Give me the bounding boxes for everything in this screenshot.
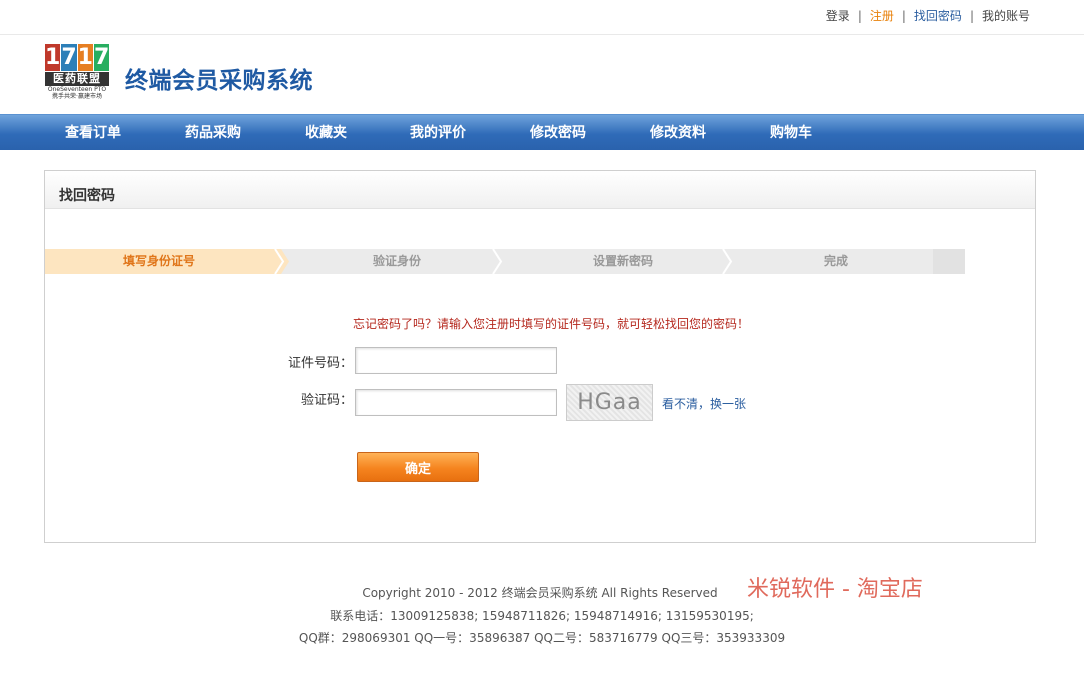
captcha-refresh: 看不清，换一张 <box>662 395 746 412</box>
step-progress: 填写身份证号 验证身份 设置新密码 完成 <box>45 249 965 274</box>
main-nav: 查看订单 药品采购 收藏夹 我的评价 修改密码 修改资料 购物车 <box>0 114 1084 150</box>
logo-digits: 1 7 1 7 <box>45 44 110 71</box>
captcha-label: 验证码： <box>300 393 353 408</box>
nav-view-orders[interactable]: 查看订单 <box>65 115 121 151</box>
step-done: 完成 <box>823 254 848 268</box>
login-link[interactable]: 登录 <box>826 7 850 24</box>
step-arrow-icon <box>722 249 733 274</box>
nav-edit-profile[interactable]: 修改资料 <box>650 115 706 151</box>
footer-phones: 联系电话：13009125838; 15948711826; 159487149… <box>330 609 754 623</box>
watermark-text: 米锐软件 - 淘宝店 <box>747 577 923 602</box>
nav-my-reviews[interactable]: 我的评价 <box>410 115 466 151</box>
find-password-link[interactable]: 找回密码 <box>914 7 962 24</box>
site-logo[interactable]: 1 7 1 7 医药联盟 OneSeventeen PTO 携手共荣·赢建市场 <box>45 44 110 102</box>
confirm-button[interactable]: 确定 <box>357 452 479 482</box>
step-set-password: 设置新密码 <box>592 254 653 268</box>
captcha-image[interactable]: HGaa <box>566 384 653 421</box>
step-verify: 验证身份 <box>372 254 421 268</box>
captcha-unclear-text: 看不清， <box>662 397 711 411</box>
logo-digit: 1 <box>45 44 61 71</box>
step-arrow-icon <box>492 249 503 274</box>
system-title: 终端会员采购系统 <box>125 68 313 94</box>
logo-digit: 1 <box>77 44 93 71</box>
id-number-input[interactable] <box>355 347 557 374</box>
captcha-input[interactable] <box>355 389 557 416</box>
nav-favorites[interactable]: 收藏夹 <box>305 115 347 151</box>
change-captcha-link[interactable]: 换一张 <box>710 397 746 411</box>
id-number-label: 证件号码： <box>287 356 353 371</box>
nav-shopping-cart[interactable]: 购物车 <box>770 115 812 151</box>
nav-change-password[interactable]: 修改密码 <box>530 115 586 151</box>
logo-digit: 7 <box>93 44 110 71</box>
panel-header <box>45 171 1035 209</box>
step-arrow-icon <box>271 249 289 274</box>
separator: | <box>857 8 862 23</box>
steps-end-cap <box>933 249 965 274</box>
step-fill-id: 填写身份证号 <box>45 249 273 274</box>
top-links: 登录 | 注册 | 找回密码 | 我的账号 <box>826 7 1030 24</box>
panel-title: 找回密码 <box>59 188 115 204</box>
nav-drug-purchase[interactable]: 药品采购 <box>185 115 241 151</box>
register-link[interactable]: 注册 <box>870 7 894 24</box>
top-divider <box>0 34 1084 35</box>
logo-cn-text: 医药联盟 <box>45 72 109 86</box>
hint-text: 忘记密码了吗？请输入您注册时填写的证件号码，就可轻松找回您的密码！ <box>353 317 750 331</box>
logo-en-text: OneSeventeen PTO <box>47 86 107 93</box>
logo-tagline: 携手共荣·赢建市场 <box>52 93 102 100</box>
separator: | <box>901 8 906 23</box>
logo-digit: 7 <box>61 44 77 71</box>
separator: | <box>969 8 974 23</box>
footer-qq: QQ群：298069301 QQ一号：35896387 QQ二号：5837167… <box>298 631 786 645</box>
find-password-panel: 找回密码 填写身份证号 验证身份 设置新密码 完成 忘记密码了吗？请输入您注册时… <box>44 170 1036 543</box>
my-account-link[interactable]: 我的账号 <box>982 7 1030 24</box>
